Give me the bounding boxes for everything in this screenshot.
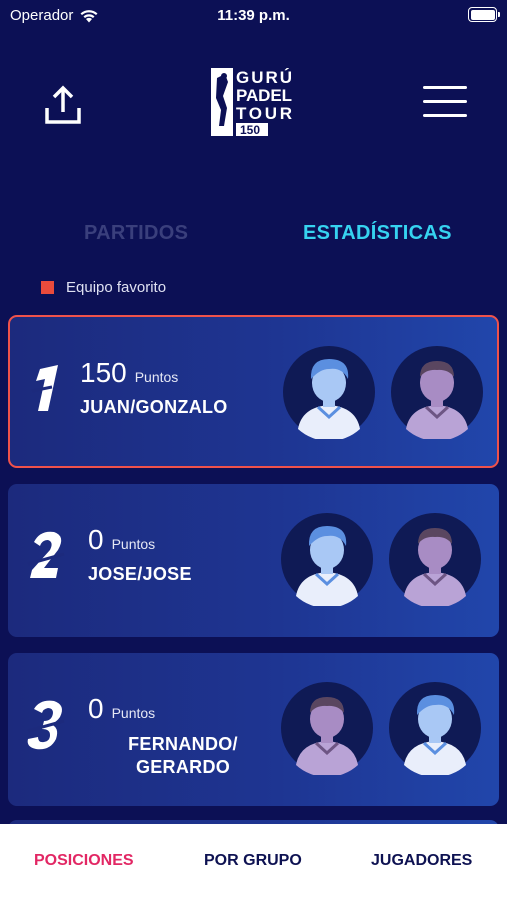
menu-button[interactable] [423, 86, 467, 120]
favorite-swatch [41, 281, 54, 294]
logo-line-2: PADEL [236, 86, 292, 105]
team-name-line-2: GERARDO [135, 757, 231, 777]
ranking-card[interactable]: 150 Puntos JUAN/GONZALO [8, 315, 499, 468]
player-avatar-icon [389, 513, 481, 606]
rank-number-3 [27, 700, 65, 750]
player-avatar-icon [281, 682, 373, 775]
team-points: 0 Puntos [88, 693, 155, 725]
app-header: GURÚ PADEL TOUR 150 [0, 60, 507, 150]
points-value: 0 [88, 524, 104, 555]
team-name-line-1: FERNANDO/ [128, 734, 238, 754]
team-points: 150 Puntos [80, 357, 178, 389]
team-name: FERNANDO/ GERARDO [88, 733, 278, 779]
logo-line-4: 150 [240, 123, 260, 137]
player-avatar-icon [389, 682, 481, 775]
nav-jugadores[interactable]: JUGADORES [371, 852, 472, 870]
tab-partidos[interactable]: PARTIDOS [84, 222, 188, 245]
tab-estadisticas[interactable]: ESTADÍSTICAS [303, 222, 452, 245]
player-avatar-icon [283, 346, 375, 439]
ranking-card[interactable]: 0 Puntos JOSE/JOSE [8, 484, 499, 637]
favorite-legend: Equipo favorito [41, 279, 166, 296]
nav-posiciones[interactable]: POSICIONES [34, 852, 134, 870]
points-label: Puntos [134, 369, 179, 385]
top-tabs: PARTIDOS ESTADÍSTICAS [0, 222, 507, 252]
battery-icon [468, 7, 500, 22]
share-button[interactable] [40, 82, 86, 128]
nav-por-grupo[interactable]: POR GRUPO [204, 852, 302, 870]
guru-padel-tour-logo: GURÚ PADEL TOUR 150 [211, 68, 297, 138]
team-points: 0 Puntos [88, 524, 155, 556]
favorite-legend-label: Equipo favorito [66, 279, 167, 296]
logo-line-3: TOUR [236, 104, 292, 123]
team-name: JOSE/JOSE [88, 564, 192, 584]
points-label: Puntos [111, 705, 156, 721]
logo-line-1: GURÚ [236, 68, 292, 87]
player-avatar-icon [281, 513, 373, 606]
share-icon [45, 85, 81, 124]
rank-number-2 [27, 531, 65, 578]
points-value: 150 [80, 357, 127, 388]
clock: 11:39 p.m. [217, 7, 290, 24]
hamburger-menu-icon [423, 86, 467, 89]
points-value: 0 [88, 693, 104, 724]
status-bar: Operador 11:39 p.m. [0, 0, 507, 32]
rank-number-1 [31, 365, 58, 411]
bottom-nav: POSICIONES POR GRUPO JUGADORES [0, 824, 507, 900]
team-name: JUAN/GONZALO [80, 397, 228, 417]
ranking-card[interactable]: 0 Puntos FERNANDO/ GERARDO [8, 653, 499, 806]
player-avatar-icon [391, 346, 483, 439]
points-label: Puntos [111, 536, 156, 552]
